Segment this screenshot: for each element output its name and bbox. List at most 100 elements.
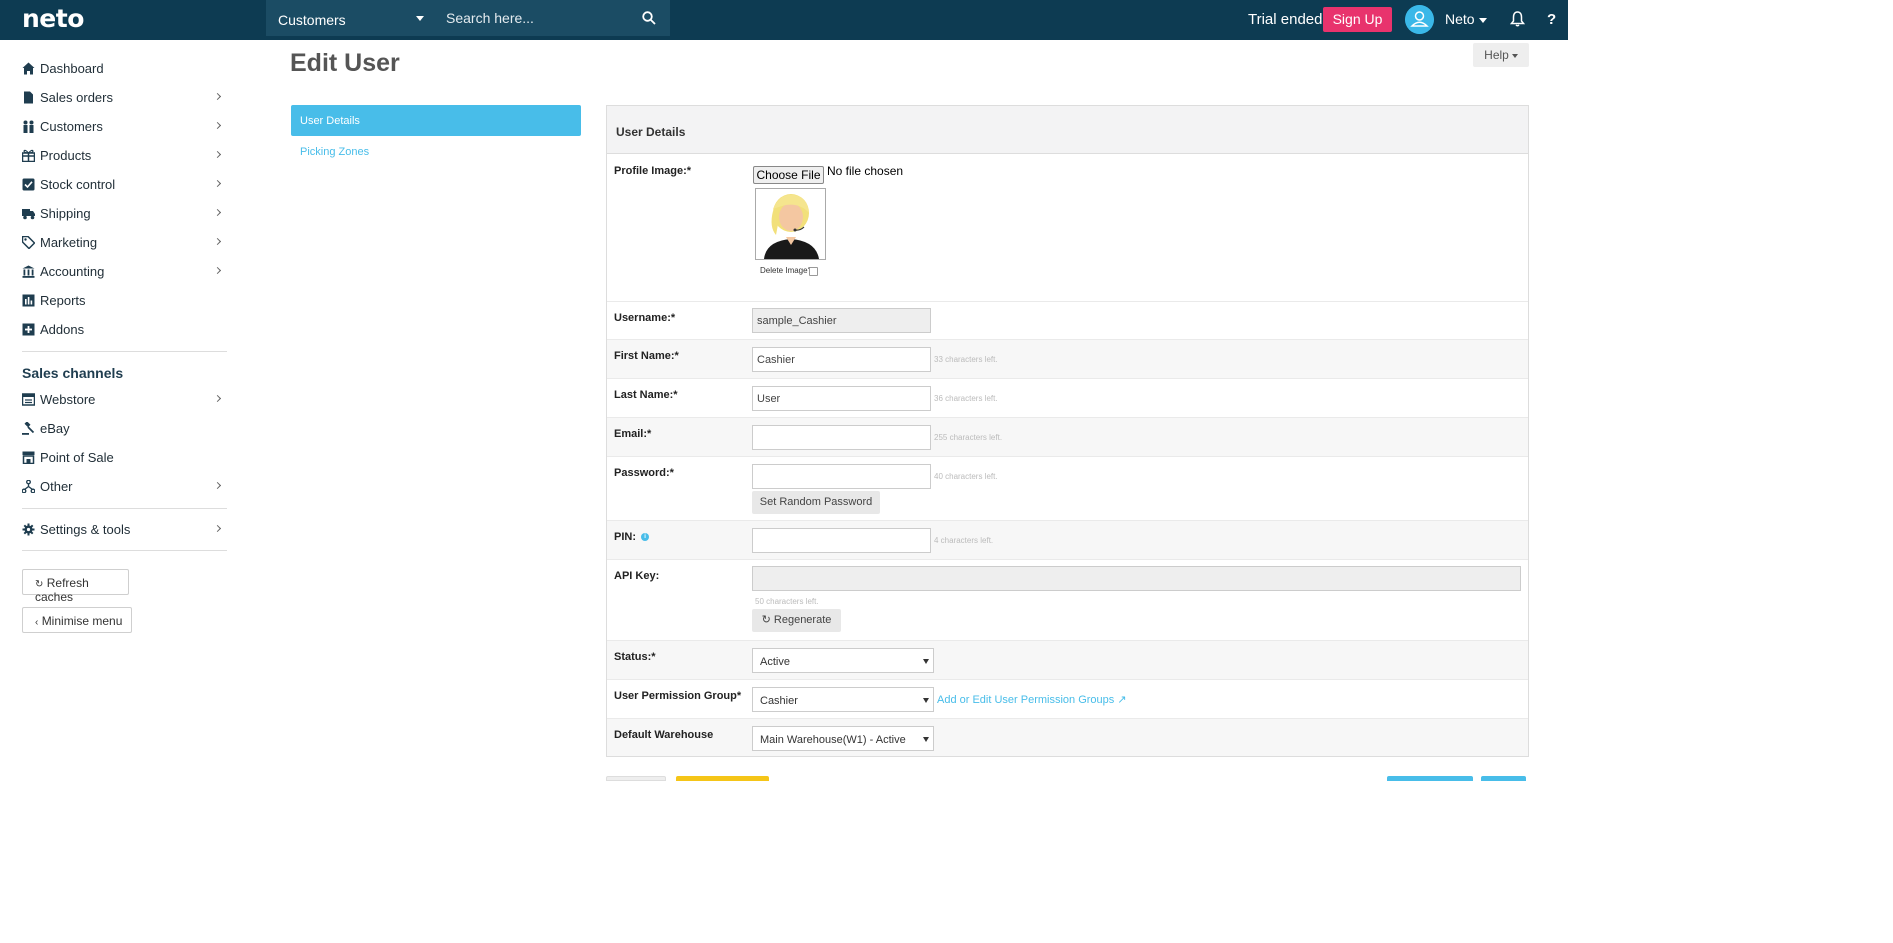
password-hint: 40 characters left. [934, 472, 998, 481]
sidebar-item-label: Marketing [40, 235, 98, 250]
sidebar-item-other[interactable]: Other [22, 478, 228, 500]
user-avatar-icon[interactable] [1405, 5, 1434, 34]
search-bar: Customers [266, 0, 670, 36]
refresh-caches-label: Refresh caches [35, 576, 89, 604]
username-field[interactable] [752, 308, 931, 333]
delete-image-label: Delete Image? [760, 266, 813, 275]
cancel-button[interactable] [606, 776, 666, 781]
default-warehouse-select[interactable]: Main Warehouse(W1) - Active [752, 726, 934, 751]
last-name-label: Last Name:* [614, 389, 678, 401]
sidebar-item-shipping[interactable]: Shipping [22, 205, 228, 227]
fork-icon [22, 480, 35, 493]
set-random-password-button[interactable]: Set Random Password [752, 491, 880, 514]
sidebar-item-customers[interactable]: Customers [22, 118, 228, 140]
delete-image-checkbox[interactable] [809, 267, 818, 276]
chevron-right-icon [213, 481, 222, 490]
search-scope-dropdown[interactable]: Customers [266, 0, 432, 36]
permission-group-select[interactable]: Cashier [752, 687, 934, 712]
chevron-right-icon [213, 121, 222, 130]
people-icon [23, 120, 34, 133]
choose-file-button[interactable]: Choose File [753, 166, 824, 184]
chevron-right-icon [213, 150, 222, 159]
sidebar-divider [22, 508, 227, 509]
api-key-field[interactable] [752, 566, 1521, 591]
chevron-right-icon [213, 394, 222, 403]
sidebar-item-label: Reports [40, 293, 86, 308]
sidebar-item-sales-orders[interactable]: Sales orders [22, 89, 228, 111]
last-name-field[interactable] [752, 386, 931, 411]
pin-row: PIN: i 4 characters left. [607, 521, 1528, 560]
caret-down-icon [923, 659, 929, 664]
email-label: Email:* [614, 428, 652, 440]
search-input[interactable] [436, 0, 636, 36]
user-menu[interactable]: Neto [1445, 11, 1487, 27]
tag-icon [22, 236, 35, 249]
edit-permission-groups-text: Add or Edit User Permission Groups [937, 694, 1115, 706]
sidebar-item-stock-control[interactable]: Stock control [22, 176, 228, 198]
save-button[interactable] [676, 776, 769, 781]
chevron-right-icon [213, 179, 222, 188]
sidebar-item-dashboard[interactable]: Dashboard [22, 60, 228, 82]
sidebar-item-accounting[interactable]: Accounting [22, 263, 228, 285]
edit-permission-groups-link[interactable]: Add or Edit User Permission Groups ↗ [937, 693, 1127, 706]
gift-icon [22, 149, 35, 162]
permission-group-label: User Permission Group* [614, 690, 742, 702]
action-button[interactable] [1387, 776, 1473, 781]
tab-picking-zones[interactable]: Picking Zones [300, 146, 369, 158]
chevron-down-icon [1511, 53, 1518, 58]
neto-logo[interactable]: neto [22, 4, 84, 33]
profile-image-label: Profile Image:* [614, 165, 692, 177]
sidebar-item-settings-tools[interactable]: Settings & tools [22, 521, 228, 543]
email-row: Email:* 255 characters left. [607, 418, 1528, 457]
sidebar-item-point-of-sale[interactable]: Point of Sale [22, 449, 228, 471]
chevron-right-icon [213, 208, 222, 217]
api-key-label: API Key: [614, 570, 660, 582]
sidebar-item-label: Addons [40, 322, 85, 337]
sidebar-item-reports[interactable]: Reports [22, 292, 228, 314]
refresh-caches-button[interactable]: ↻ Refresh caches [22, 569, 129, 604]
password-label: Password:* [614, 467, 674, 479]
password-row: Password:* 40 characters left. Set Rando… [607, 457, 1528, 521]
status-label: Status:* [614, 651, 656, 663]
profile-image [755, 188, 826, 260]
sidebar-item-label: Accounting [40, 264, 105, 279]
default-warehouse-row: Default Warehouse Main Warehouse(W1) - A… [607, 719, 1528, 756]
sidebar-item-marketing[interactable]: Marketing [22, 234, 228, 256]
sign-up-button[interactable]: Sign Up [1323, 7, 1392, 32]
sidebar-item-label: Dashboard [40, 61, 104, 76]
sidebar-item-label: Point of Sale [40, 450, 114, 465]
chevron-right-icon [213, 92, 222, 101]
default-warehouse-label: Default Warehouse [614, 729, 714, 741]
sidebar-item-products[interactable]: Products [22, 147, 228, 169]
search-icon[interactable] [642, 11, 656, 25]
sidebar-item-label: eBay [40, 421, 70, 436]
info-icon[interactable]: i [641, 533, 650, 542]
sidebar-divider [22, 351, 227, 352]
last-name-row: Last Name:* 36 characters left. [607, 379, 1528, 418]
webstore-icon [22, 393, 35, 406]
user-name: Neto [1445, 11, 1475, 27]
sidebar-item-label: Shipping [40, 206, 91, 221]
minimise-menu-button[interactable]: ‹ Minimise menu [22, 607, 132, 633]
caret-down-icon [923, 698, 929, 703]
page-title: Edit User [290, 49, 400, 77]
regenerate-button[interactable]: ↻ Regenerate [752, 609, 841, 632]
api-key-hint: 50 characters left. [755, 597, 819, 606]
password-field[interactable] [752, 464, 931, 489]
first-name-field[interactable] [752, 347, 931, 372]
email-field[interactable] [752, 425, 931, 450]
chevron-down-icon [416, 16, 424, 21]
sidebar-item-ebay[interactable]: eBay [22, 420, 228, 442]
bar-chart-icon [22, 294, 35, 307]
pin-field[interactable] [752, 528, 931, 553]
status-select[interactable]: Active [752, 648, 934, 673]
bell-icon[interactable] [1510, 11, 1525, 27]
sidebar-item-label: Webstore [40, 392, 96, 407]
help-button[interactable]: Help [1473, 43, 1529, 67]
tab-user-details[interactable]: User Details [291, 105, 581, 136]
sidebar-item-webstore[interactable]: Webstore [22, 391, 228, 413]
sidebar-item-addons[interactable]: Addons [22, 321, 228, 343]
action-button-secondary[interactable] [1481, 776, 1526, 781]
last-name-hint: 36 characters left. [934, 394, 998, 403]
question-icon[interactable]: ? [1547, 11, 1561, 28]
